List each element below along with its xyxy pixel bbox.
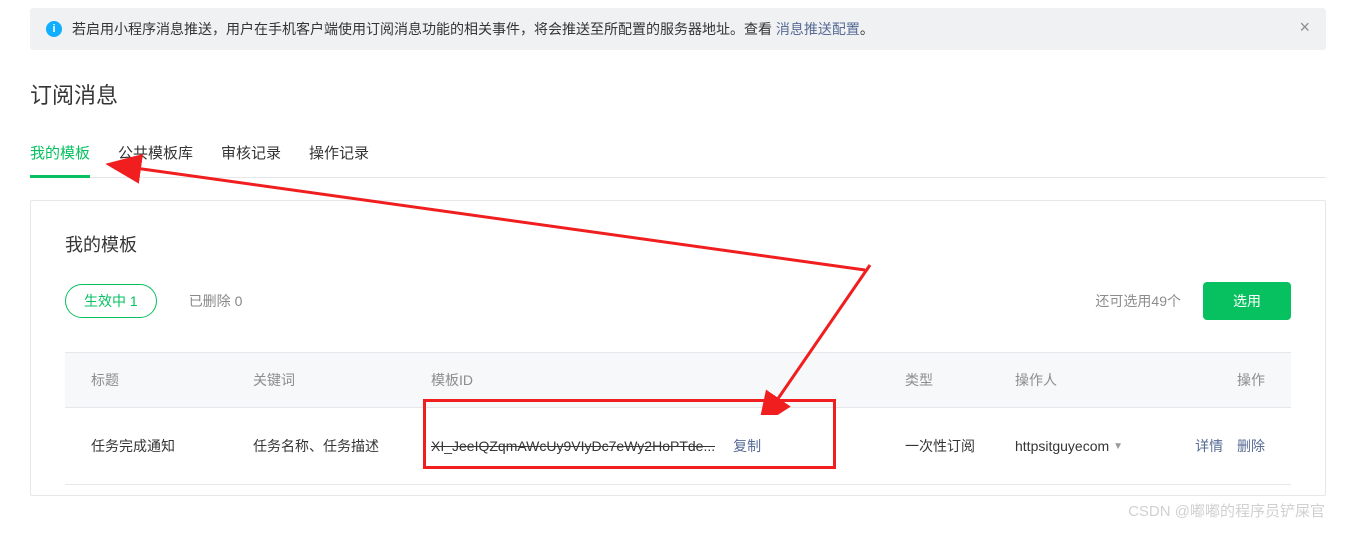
info-icon: i [46,21,62,37]
operator-name: httpsitguyecom [1015,438,1109,454]
cell-operator[interactable]: httpsitguyecom ▼ [1015,438,1185,454]
deleted-count[interactable]: 已删除 0 [189,291,243,311]
watermark: CSDN @嘟嘟的程序员铲屎官 [1128,500,1325,521]
info-alert: i 若启用小程序消息推送，用户在手机客户端使用订阅消息功能的相关事件，将会推送至… [30,8,1326,50]
panel-my-templates: 我的模板 生效中 1 已删除 0 还可选用49个 选用 标题 关键词 模板ID … [30,200,1326,496]
alert-posttext: 。 [860,21,874,37]
cell-type: 一次性订阅 [905,436,1015,456]
active-pill[interactable]: 生效中 1 [65,284,157,318]
th-operator: 操作人 [1015,370,1185,390]
table-row: 任务完成通知 任务名称、任务描述 XI_JeeIQZqmAWcUy9VIyDc7… [65,408,1291,485]
tab-operation-records[interactable]: 操作记录 [309,142,369,177]
detail-link[interactable]: 详情 [1195,438,1223,454]
close-icon[interactable]: × [1299,18,1310,36]
alert-pretext: 若启用小程序消息推送，用户在手机客户端使用订阅消息功能的相关事件，将会推送至所配… [72,21,776,37]
select-button[interactable]: 选用 [1203,282,1291,320]
chevron-down-icon: ▼ [1113,441,1123,452]
remaining-text: 还可选用49个 [1095,291,1181,311]
tab-public-library[interactable]: 公共模板库 [118,142,193,177]
panel-toolbar: 生效中 1 已删除 0 还可选用49个 选用 [65,282,1291,320]
th-title: 标题 [91,370,253,390]
table-header: 标题 关键词 模板ID 类型 操作人 操作 [65,352,1291,408]
delete-link[interactable]: 删除 [1237,438,1265,454]
tab-my-templates[interactable]: 我的模板 [30,142,90,178]
alert-text: 若启用小程序消息推送，用户在手机客户端使用订阅消息功能的相关事件，将会推送至所配… [72,19,874,39]
template-id-text: XI_JeeIQZqmAWcUy9VIyDc7eWy2HoPTde... [431,438,715,454]
th-template-id: 模板ID [431,370,905,390]
th-action: 操作 [1185,370,1265,390]
tab-audit-records[interactable]: 审核记录 [221,142,281,177]
cell-title: 任务完成通知 [91,436,253,456]
page-title: 订阅消息 [30,78,1326,110]
cell-template-id: XI_JeeIQZqmAWcUy9VIyDc7eWy2HoPTde... 复制 [431,436,905,456]
copy-link[interactable]: 复制 [733,436,761,456]
th-keyword: 关键词 [253,370,431,390]
tabs: 我的模板 公共模板库 审核记录 操作记录 [30,142,1326,178]
cell-keyword: 任务名称、任务描述 [253,436,431,456]
alert-link[interactable]: 消息推送配置 [776,21,860,37]
cell-action: 详情 删除 [1185,436,1265,456]
th-type: 类型 [905,370,1015,390]
panel-title: 我的模板 [65,231,1291,257]
